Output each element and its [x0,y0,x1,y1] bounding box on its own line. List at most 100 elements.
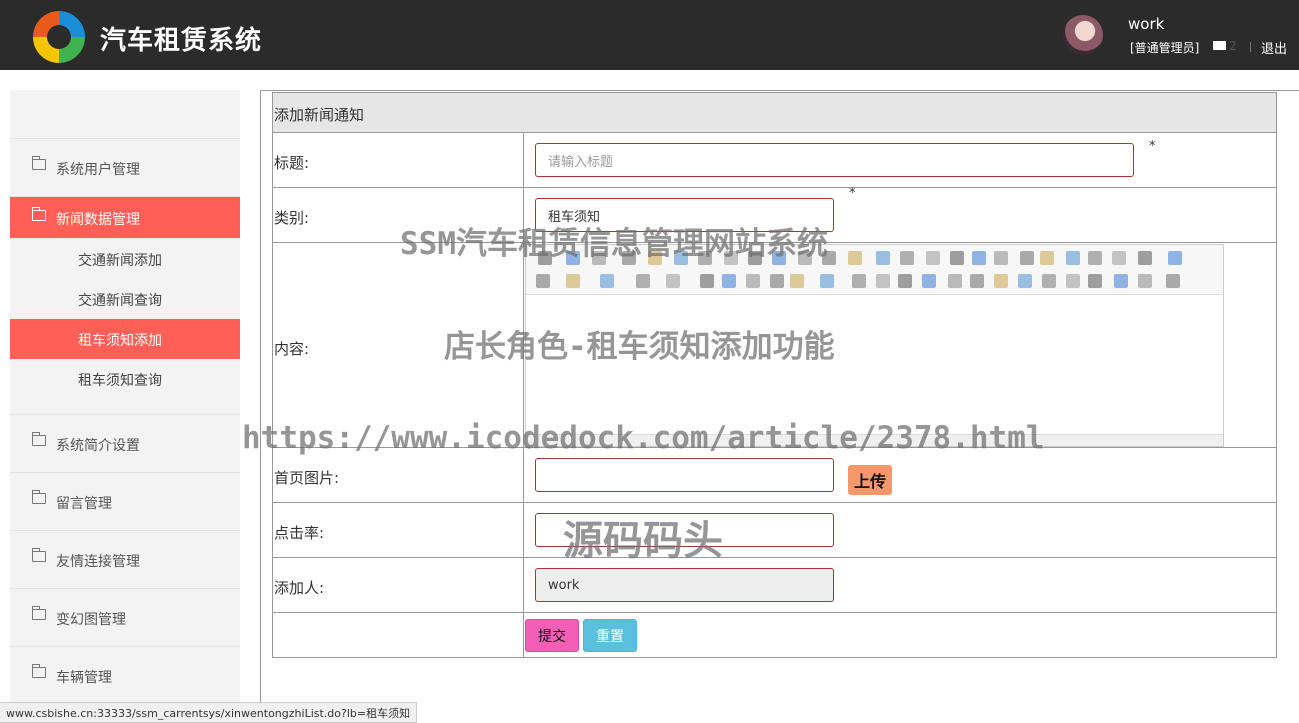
editor-tool-icon[interactable] [950,251,964,265]
editor-tool-icon[interactable] [1066,251,1080,265]
editor-tool-icon[interactable] [1112,251,1126,265]
folder-icon [32,664,46,678]
editor-tool-icon[interactable] [1020,251,1034,265]
avatar[interactable] [1063,15,1103,55]
sidebar-item-news-data[interactable]: 新闻数据管理 [10,196,240,238]
sidebar-item-slideshow[interactable]: 变幻图管理 [10,588,240,646]
clicks-label: 点击率: [274,524,325,542]
sidebar-item-friend-links[interactable]: 友情连接管理 [10,530,240,588]
editor-tool-icon[interactable] [746,274,760,288]
editor-tool-icon[interactable] [1168,251,1182,265]
author-input[interactable]: work [535,568,834,602]
watermark-brand: 源码码头 [563,518,723,564]
author-label: 添加人: [274,579,325,597]
editor-tool-icon[interactable] [900,251,914,265]
user-name: work [1128,15,1165,33]
sidebar-subitem-label: 租车须知添加 [78,333,162,349]
editor-tool-icon[interactable] [1138,251,1152,265]
editor-tool-icon[interactable] [600,274,614,288]
sidebar-subitem-label: 租车须知查询 [78,373,162,389]
editor-tool-icon[interactable] [1040,251,1054,265]
author-row: 添加人: work [273,558,1276,613]
editor-tool-icon[interactable] [948,274,962,288]
sidebar-subitem-traffic-news-add[interactable]: 交通新闻添加 [10,239,240,279]
editor-tool-icon[interactable] [994,251,1008,265]
mail-count: 2 [1229,39,1237,53]
editor-tool-icon[interactable] [1114,274,1128,288]
editor-tool-icon[interactable] [926,251,940,265]
sidebar-item-label: 车辆管理 [56,670,112,686]
image-row: 首页图片: 上传 [273,448,1276,503]
editor-tool-icon[interactable] [970,274,984,288]
editor-tool-icon[interactable] [852,274,866,288]
sidebar-item-label: 系统用户管理 [56,162,140,178]
editor-tool-icon[interactable] [722,274,736,288]
sidebar-item-label: 友情连接管理 [56,554,140,570]
upload-button[interactable]: 上传 [848,465,892,495]
logout-link[interactable]: 退出 [1261,38,1287,57]
form-heading-row: 添加新闻通知 [273,93,1276,133]
editor-tool-icon[interactable] [790,274,804,288]
editor-tool-icon[interactable] [1166,274,1180,288]
sidebar-subitem-rental-notice-query[interactable]: 租车须知查询 [10,359,240,399]
sidebar-subitem-label: 交通新闻添加 [78,253,162,269]
folder-icon [32,606,46,620]
editor-tool-icon[interactable] [566,274,580,288]
top-header: 汽车租赁系统 work [普通管理员] 2 退出 [0,0,1299,70]
editor-tool-icon[interactable] [972,251,986,265]
clicks-row: 点击率: [273,503,1276,558]
reset-button[interactable]: 重置 [583,619,637,652]
required-mark: * [1149,139,1156,154]
title-label: 标题: [274,154,310,172]
folder-icon [32,490,46,504]
sidebar-subitem-traffic-news-query[interactable]: 交通新闻查询 [10,279,240,319]
sidebar-item-vehicles[interactable]: 车辆管理 [10,646,240,704]
editor-tool-icon[interactable] [636,274,650,288]
editor-tool-icon[interactable] [666,274,680,288]
sidebar-item-system-users[interactable]: 系统用户管理 [10,138,240,196]
editor-tool-icon[interactable] [994,274,1008,288]
user-role: [普通管理员] [1130,41,1200,55]
sidebar-item-label: 变幻图管理 [56,612,126,628]
app-title: 汽车租赁系统 [100,26,263,56]
folder-icon [32,207,46,221]
editor-tool-icon[interactable] [1088,251,1102,265]
editor-tool-icon[interactable] [700,274,714,288]
image-input[interactable] [535,458,834,492]
folder-icon [32,548,46,562]
editor-tool-icon[interactable] [770,274,784,288]
actions-row: 提交 重置 [273,613,1276,657]
editor-tool-icon[interactable] [1066,274,1080,288]
editor-tool-icon[interactable] [820,274,834,288]
sidebar-subitem-label: 交通新闻查询 [78,293,162,309]
editor-tool-icon[interactable] [536,274,550,288]
folder-icon [32,432,46,446]
submit-button[interactable]: 提交 [525,619,579,652]
watermark-title: SSM汽车租赁信息管理网站系统 [400,226,828,262]
content-label: 内容: [274,340,310,358]
editor-tool-icon[interactable] [876,251,890,265]
required-mark: * [849,186,856,201]
editor-tool-icon[interactable] [1138,274,1152,288]
editor-tool-icon[interactable] [922,274,936,288]
editor-tool-icon[interactable] [1042,274,1056,288]
browser-status-url: www.csbishe.cn:33333/ssm_carrentsys/xinw… [0,702,418,723]
mail-icon[interactable] [1213,41,1226,50]
sidebar-item-messages[interactable]: 留言管理 [10,472,240,530]
app-logo-icon [33,11,85,63]
sidebar-item-label: 新闻数据管理 [56,212,140,228]
sidebar: 系统用户管理 新闻数据管理 交通新闻添加 交通新闻查询 租车须知添加 租车须知查… [10,90,240,723]
editor-tool-icon[interactable] [1088,274,1102,288]
image-label: 首页图片: [274,469,340,487]
folder-icon [32,156,46,170]
watermark-url: https://www.icodedock.com/article/2378.h… [242,420,1045,456]
editor-tool-icon[interactable] [1018,274,1032,288]
editor-tool-icon[interactable] [848,251,862,265]
title-row: 标题: 请输入标题 * [273,133,1276,188]
editor-tool-icon[interactable] [898,274,912,288]
editor-tool-icon[interactable] [876,274,890,288]
divider [1250,42,1251,52]
title-input[interactable]: 请输入标题 [535,143,1134,177]
sidebar-subitem-rental-notice-add[interactable]: 租车须知添加 [10,319,240,359]
sidebar-item-system-intro[interactable]: 系统简介设置 [10,414,240,472]
